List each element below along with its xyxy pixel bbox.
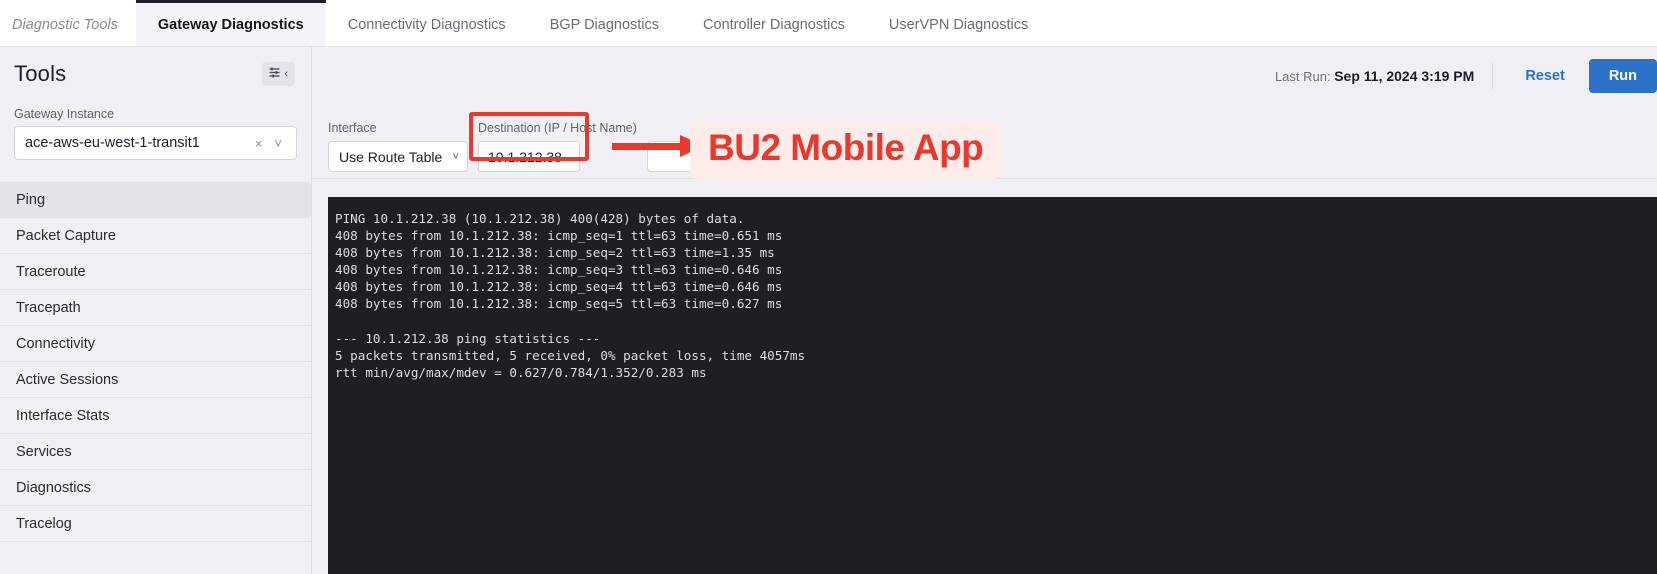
sidebar-header: Tools ‹ [0,47,311,93]
sidebar-item-diagnostics[interactable]: Diagnostics [0,470,311,506]
sidebar-item-label: Services [16,443,72,460]
arrow-shaft [612,143,684,150]
ping-output-terminal[interactable]: PING 10.1.212.38 (10.1.212.38) 400(428) … [328,197,1657,574]
app-root: Diagnostic Tools Gateway Diagnostics Con… [0,0,1657,574]
interface-label: Interface [328,121,377,135]
toolbar-divider [1492,62,1494,89]
last-run-value: Sep 11, 2024 3:19 PM [1334,67,1475,84]
sidebar-item-label: Diagnostics [16,479,91,496]
sidebar-item-label: Connectivity [16,335,95,352]
diagnostics-tab-bar: Diagnostic Tools Gateway Diagnostics Con… [0,0,1657,47]
sidebar-item-tracelog[interactable]: Tracelog [0,506,311,542]
last-run-status: Last Run: Sep 11, 2024 3:19 PM [1275,68,1474,84]
interface-field-group: Interface Use Route Table ˅ [328,121,468,172]
destination-label: Destination (IP / Host Name) [478,121,637,135]
sidebar-item-packet-capture[interactable]: Packet Capture [0,218,311,254]
sidebar-item-services[interactable]: Services [0,434,311,470]
sidebar-item-traceroute[interactable]: Traceroute [0,254,311,290]
sidebar-item-label: Ping [16,191,46,208]
panel-collapse-button[interactable]: ‹ [262,62,295,86]
sidebar-item-tracepath[interactable]: Tracepath [0,290,311,326]
chevron-left-icon: ‹ [284,67,288,80]
tab-bgp-diagnostics[interactable]: BGP Diagnostics [528,0,681,46]
breadcrumb-diagnostic-tools[interactable]: Diagnostic Tools [0,0,136,46]
chevron-down-icon: ˅ [452,150,459,163]
sidebar-item-label: Tracepath [16,299,81,316]
gateway-instance-value: ace-aws-eu-west-1-transit1 [25,135,200,151]
sidebar-item-interface-stats[interactable]: Interface Stats [0,398,311,434]
main-panel: Last Run: Sep 11, 2024 3:19 PM Reset Run… [312,47,1657,574]
interface-value: Use Route Table [339,148,443,165]
reset-button[interactable]: Reset [1511,60,1579,92]
tools-sidebar: Tools ‹ Gateway Instance ace-aws-eu-west… [0,47,312,574]
tab-connectivity-diagnostics[interactable]: Connectivity Diagnostics [326,0,528,46]
sidebar-item-active-sessions[interactable]: Active Sessions [0,362,311,398]
chevron-down-icon[interactable]: ˅ [268,136,288,151]
clear-icon[interactable]: × [249,136,269,151]
sidebar-item-label: Active Sessions [16,371,119,388]
tab-gateway-diagnostics[interactable]: Gateway Diagnostics [135,0,326,46]
sliders-icon [269,67,280,81]
sidebar-item-label: Traceroute [16,263,86,280]
sidebar-item-label: Interface Stats [16,407,110,424]
tool-list: Ping Packet Capture Traceroute Tracepath… [0,182,311,542]
run-toolbar: Last Run: Sep 11, 2024 3:19 PM Reset Run [312,47,1657,104]
gateway-instance-label: Gateway Instance [14,107,115,121]
ping-form: Interface Use Route Table ˅ Destination … [312,104,1657,179]
sidebar-item-label: Tracelog [16,515,72,532]
sidebar-item-connectivity[interactable]: Connectivity [0,326,311,362]
destination-input[interactable] [478,141,580,172]
annotation-label: BU2 Mobile App [690,121,1002,179]
last-run-label: Last Run: [1274,68,1331,84]
tab-uservpn-diagnostics[interactable]: UserVPN Diagnostics [867,0,1050,46]
sidebar-item-label: Packet Capture [16,227,116,244]
page-title: Tools [14,61,67,86]
run-button[interactable]: Run [1588,58,1657,93]
tab-controller-diagnostics[interactable]: Controller Diagnostics [681,0,867,46]
sidebar-item-ping[interactable]: Ping [0,182,311,218]
interface-select[interactable]: Use Route Table ˅ [328,141,468,172]
gateway-instance-select[interactable]: ace-aws-eu-west-1-transit1 × ˅ [14,126,297,160]
